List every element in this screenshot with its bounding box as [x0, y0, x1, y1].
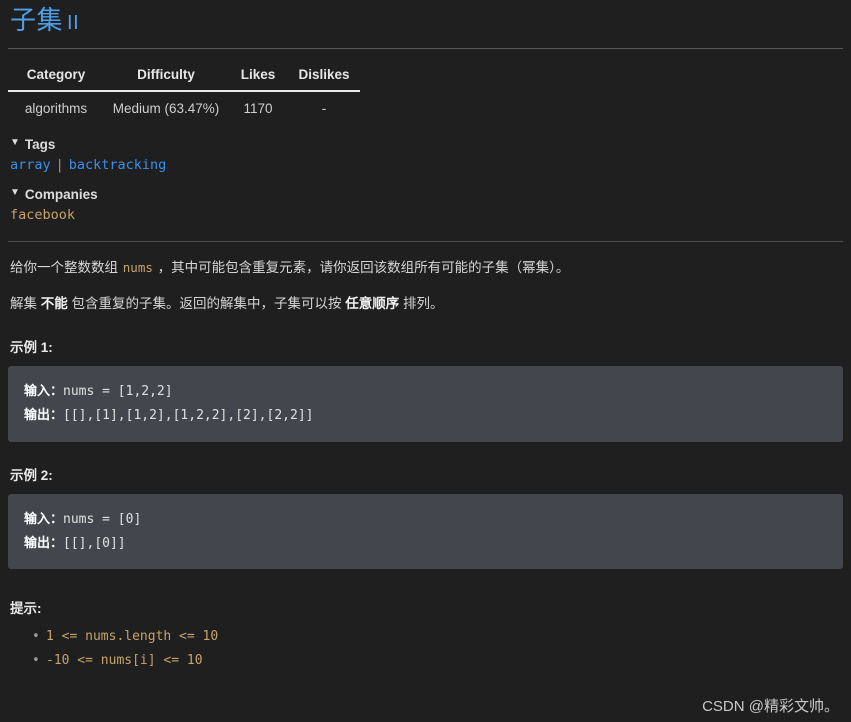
table-row: algorithms Medium (63.47%) 1170 - — [8, 91, 360, 123]
list-item: 1 <= nums.length <= 10 — [32, 625, 843, 649]
description-paragraph-2: 解集 不能 包含重复的子集。返回的解集中，子集可以按 任意顺序 排列。 — [10, 294, 843, 314]
desc-p1-inline-code: nums — [122, 259, 153, 275]
desc-p2-bold-2: 任意顺序 — [345, 296, 400, 312]
example-2-output-value: [[],[0]] — [63, 535, 126, 551]
page-title-suffix: II — [67, 12, 80, 34]
cell-difficulty: Medium (63.47%) — [112, 100, 220, 116]
column-header-dislikes: Dislikes — [288, 62, 360, 92]
example-1-output-label: 输出： — [24, 407, 64, 423]
page-title-text: 子集 — [10, 5, 64, 35]
cell-dislikes: - — [321, 100, 327, 116]
column-header-likes: Likes — [228, 62, 288, 92]
example-1-label: 示例 1: — [10, 340, 53, 356]
companies-list: facebook — [10, 207, 843, 223]
problem-meta-table: Category Difficulty Likes Dislikes algor… — [8, 62, 360, 123]
tag-separator: | — [55, 156, 64, 173]
tag-array[interactable]: array — [10, 157, 51, 173]
table-header-row: Category Difficulty Likes Dislikes — [8, 62, 360, 92]
example-1-codeblock: 输入：nums = [1,2,2] 输出：[[],[1],[1,2],[1,2,… — [8, 366, 843, 442]
hints-label: 提示: — [10, 601, 42, 617]
caret-down-icon: ▼ — [10, 187, 20, 199]
example-2-label: 示例 2: — [10, 467, 53, 483]
page-title: 子集 II — [10, 5, 843, 36]
hints-list: 1 <= nums.length <= 10 -10 <= nums[i] <=… — [8, 625, 843, 673]
problem-page: 子集 II Category Difficulty Likes Dislikes … — [0, 5, 851, 722]
example-1-input-value: nums = [1,2,2] — [63, 384, 173, 400]
description-paragraph-1: 给你一个整数数组 nums ，其中可能包含重复元素，请你返回该数组所有可能的子集… — [10, 258, 843, 278]
desc-p2-bold-1: 不能 — [40, 296, 68, 312]
example-2-input-value: nums = [0] — [63, 511, 142, 527]
tags-section-label: Tags — [24, 136, 56, 152]
cell-category: algorithms — [24, 100, 88, 116]
desc-p2-part2: 包含重复的子集。返回的解集中，子集可以按 — [67, 296, 346, 312]
desc-p1-text-before: 给你一个整数数组 — [10, 259, 122, 275]
desc-p2-part3: 排列。 — [399, 296, 444, 312]
description-divider-wrap — [8, 240, 843, 242]
tag-backtracking[interactable]: backtracking — [69, 157, 167, 173]
example-2-output-label: 输出： — [24, 534, 64, 550]
cell-likes: 1170 — [243, 100, 273, 116]
tags-section-header[interactable]: ▼ Tags — [10, 137, 843, 152]
company-facebook[interactable]: facebook — [10, 207, 75, 223]
example-2-codeblock: 输入：nums = [0] 输出：[[],[0]] — [8, 493, 843, 570]
column-header-difficulty: Difficulty — [104, 62, 228, 92]
description-divider — [8, 240, 843, 242]
desc-p1-text-after: ，其中可能包含重复元素，请你返回该数组所有可能的子集（幂集）。 — [153, 259, 570, 275]
desc-p2-part1: 解集 — [10, 296, 41, 312]
tags-list: array | backtracking — [10, 157, 843, 173]
companies-section-label: Companies — [24, 186, 98, 202]
example-1-input-label: 输入： — [24, 383, 64, 399]
column-header-category: Category — [8, 62, 104, 92]
example-1-output-value: [[],[1],[1,2],[1,2,2],[2],[2,2]] — [63, 408, 314, 424]
watermark: CSDN @精彩文帅。 — [702, 698, 839, 715]
companies-section-header[interactable]: ▼ Companies — [10, 187, 843, 202]
companies-section: ▼ Companies facebook — [8, 187, 843, 223]
tags-section: ▼ Tags array | backtracking — [8, 137, 843, 173]
title-divider — [8, 47, 843, 49]
example-2-input-label: 输入： — [24, 510, 64, 526]
list-item: -10 <= nums[i] <= 10 — [32, 649, 843, 673]
caret-down-icon: ▼ — [10, 137, 20, 149]
